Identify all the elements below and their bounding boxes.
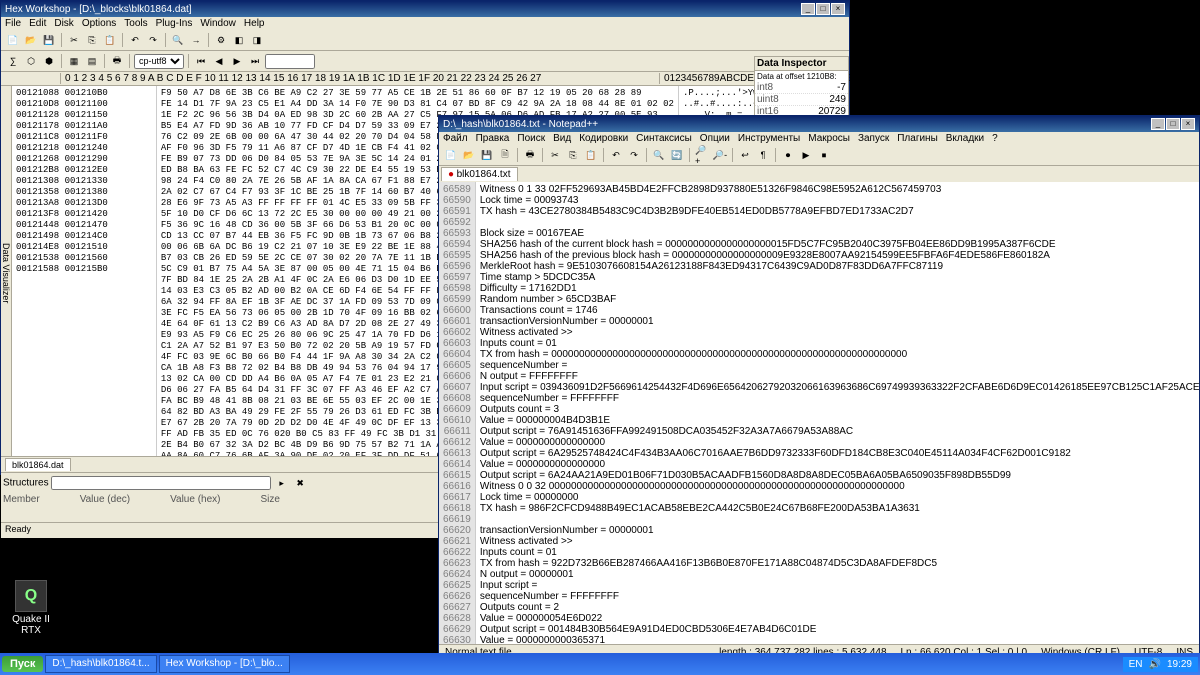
menu-item[interactable]: Поиск: [517, 133, 545, 144]
npp-paste-icon[interactable]: 📋: [583, 147, 599, 163]
save-icon[interactable]: 💾: [41, 32, 57, 48]
line-gutter: 66589 66590 66591 66592 66593 66594 6659…: [439, 182, 476, 644]
tray-clock[interactable]: 19:29: [1167, 659, 1192, 670]
menu-file[interactable]: File: [5, 18, 21, 29]
menu-disk[interactable]: Disk: [54, 18, 73, 29]
npp-close[interactable]: ×: [1181, 118, 1195, 130]
npp-title: D:\_hash\blk01864.txt - Notepad++: [443, 119, 598, 130]
npp-undo-icon[interactable]: ↶: [608, 147, 624, 163]
npp-stop-icon[interactable]: ⏹: [816, 147, 832, 163]
print-icon[interactable]: 🖶: [109, 53, 125, 69]
npp-saveall-icon[interactable]: 🗎: [497, 147, 513, 163]
tool-icon[interactable]: ⚙: [213, 32, 229, 48]
goto-field[interactable]: [265, 54, 315, 69]
first-icon[interactable]: ⏮: [193, 53, 209, 69]
hexws-file-tab[interactable]: blk01864.dat: [5, 458, 71, 471]
npp-save-icon[interactable]: 💾: [479, 147, 495, 163]
cut-icon[interactable]: ✂: [66, 32, 82, 48]
npp-zoom-out-icon[interactable]: 🔎-: [712, 147, 728, 163]
hexws-menubar[interactable]: File Edit Disk Options Tools Plug-Ins Window He…: [1, 17, 849, 30]
hex-header: 0 1 2 3 4 5 6 7 8 9 A B C D E F 10 11 12…: [1, 72, 849, 86]
taskbar-task[interactable]: D:\_hash\blk01864.t...: [45, 655, 156, 673]
npp-open-icon[interactable]: 📂: [461, 147, 477, 163]
tray-lang[interactable]: EN: [1129, 659, 1143, 670]
menu-plug-ins[interactable]: Plug-Ins: [156, 18, 193, 29]
b2-icon[interactable]: ⬡: [23, 53, 39, 69]
npp-minimize[interactable]: _: [1151, 118, 1165, 130]
menu-item[interactable]: Файл: [443, 133, 468, 144]
close-button[interactable]: ×: [831, 3, 845, 15]
b3-icon[interactable]: ⬢: [41, 53, 57, 69]
menu-item[interactable]: Инструменты: [738, 133, 800, 144]
npp-toolbar: 📄 📂 💾 🗎 🖶 ✂ ⎘ 📋 ↶ ↷ 🔍 🔄 🔎+ 🔎- ↩ ¶ ⏺ ▶ ⏹: [439, 145, 1199, 166]
calc-icon[interactable]: ∑: [5, 53, 21, 69]
npp-editor[interactable]: 66589 66590 66591 66592 66593 66594 6659…: [439, 182, 1199, 644]
menu-item[interactable]: Вид: [553, 133, 571, 144]
npp-chars-icon[interactable]: ¶: [755, 147, 771, 163]
system-tray[interactable]: EN 🔊 19:29: [1123, 657, 1198, 672]
new-icon[interactable]: 📄: [5, 32, 21, 48]
hexws-toolbar: 📄 📂 💾 ✂ ⎘ 📋 ↶ ↷ 🔍 → ⚙ ◧ ◨: [1, 30, 849, 51]
taskbar: Пуск D:\_hash\blk01864.t...Hex Workshop …: [0, 653, 1200, 675]
menu-item[interactable]: Вкладки: [946, 133, 984, 144]
menu-item[interactable]: Плагины: [897, 133, 938, 144]
tool3-icon[interactable]: ◨: [249, 32, 265, 48]
find-icon[interactable]: 🔍: [170, 32, 186, 48]
taskbar-task[interactable]: Hex Workshop - [D:\_blo...: [159, 655, 290, 673]
next-icon[interactable]: ▶: [229, 53, 245, 69]
npp-wrap-icon[interactable]: ↩: [737, 147, 753, 163]
prev-icon[interactable]: ◀: [211, 53, 227, 69]
copy-icon[interactable]: ⎘: [84, 32, 100, 48]
menu-help[interactable]: Help: [244, 18, 265, 29]
menu-item[interactable]: Синтаксисы: [636, 133, 692, 144]
hexws-toolbar2: ∑ ⬡ ⬢ ▦ ▤ 🖶 cp-utf8 ⏮ ◀ ▶ ⏭: [1, 51, 849, 72]
encoding-combo[interactable]: cp-utf8: [134, 54, 184, 69]
struct-del-icon[interactable]: ✖: [292, 475, 308, 491]
menu-item[interactable]: Запуск: [858, 133, 889, 144]
desktop-icon-quake[interactable]: Quake II RTX: [6, 580, 56, 636]
npp-zoom-in-icon[interactable]: 🔎+: [694, 147, 710, 163]
redo-icon[interactable]: ↷: [145, 32, 161, 48]
hex-offsets: 00121088 001210B0 001210D8 00121100 0012…: [12, 86, 157, 456]
goto-icon[interactable]: →: [188, 32, 204, 48]
menu-item[interactable]: Кодировки: [579, 133, 628, 144]
npp-file-tab[interactable]: ● blk01864.txt: [441, 167, 518, 181]
npp-menubar[interactable]: Файл Правка Поиск Вид Кодировки Синтаксисы Опц…: [439, 132, 1199, 145]
code-area[interactable]: Witness 0 1 33 02FF529693AB45BD4E2FFCB28…: [476, 182, 1199, 644]
npp-new-icon[interactable]: 📄: [443, 147, 459, 163]
maximize-button[interactable]: □: [816, 3, 830, 15]
npp-play-icon[interactable]: ▶: [798, 147, 814, 163]
menu-item[interactable]: ?: [992, 133, 998, 144]
last-icon[interactable]: ⏭: [247, 53, 263, 69]
menu-options[interactable]: Options: [82, 18, 116, 29]
open-icon[interactable]: 📂: [23, 32, 39, 48]
menu-item[interactable]: Макросы: [808, 133, 850, 144]
b5-icon[interactable]: ▤: [84, 53, 100, 69]
menu-window[interactable]: Window: [200, 18, 236, 29]
menu-item[interactable]: Опции: [700, 133, 730, 144]
npp-find-icon[interactable]: 🔍: [651, 147, 667, 163]
data-visualizer-tab[interactable]: Data Visualizer: [1, 86, 12, 456]
menu-edit[interactable]: Edit: [29, 18, 46, 29]
npp-print-icon[interactable]: 🖶: [522, 147, 538, 163]
npp-rec-icon[interactable]: ⏺: [780, 147, 796, 163]
npp-cut-icon[interactable]: ✂: [547, 147, 563, 163]
structures-input[interactable]: [51, 476, 271, 490]
npp-replace-icon[interactable]: 🔄: [669, 147, 685, 163]
hexws-title: Hex Workshop - [D:\_blocks\blk01864.dat]: [5, 4, 192, 15]
struct-add-icon[interactable]: ▸: [274, 475, 290, 491]
game-icon: [15, 580, 47, 612]
npp-redo-icon[interactable]: ↷: [626, 147, 642, 163]
undo-icon[interactable]: ↶: [127, 32, 143, 48]
tray-vol-icon[interactable]: 🔊: [1149, 659, 1161, 670]
menu-tools[interactable]: Tools: [124, 18, 147, 29]
npp-maximize[interactable]: □: [1166, 118, 1180, 130]
menu-item[interactable]: Правка: [476, 133, 510, 144]
minimize-button[interactable]: _: [801, 3, 815, 15]
npp-copy-icon[interactable]: ⎘: [565, 147, 581, 163]
b4-icon[interactable]: ▦: [66, 53, 82, 69]
paste-icon[interactable]: 📋: [102, 32, 118, 48]
tool2-icon[interactable]: ◧: [231, 32, 247, 48]
start-button[interactable]: Пуск: [2, 656, 43, 672]
